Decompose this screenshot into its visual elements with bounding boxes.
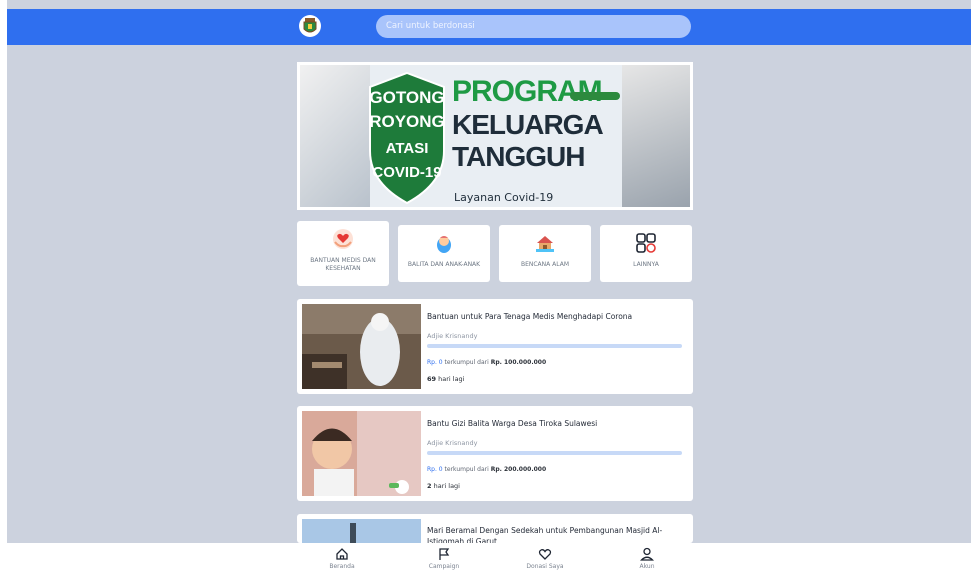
- category-medical[interactable]: BANTUAN MEDIS DAN KESEHATAN: [297, 221, 389, 286]
- raised-connector: terkumpul dari: [444, 359, 489, 366]
- days-suffix: hari lagi: [438, 375, 465, 383]
- campaign-organizer: Adjie Krisnandy: [427, 439, 478, 447]
- category-disaster[interactable]: BENCANA ALAM: [499, 225, 591, 282]
- category-label: LAINNYA: [633, 261, 659, 268]
- banner-photo-right: [622, 65, 690, 207]
- raised-amount: Rp. 0: [427, 359, 443, 366]
- campaign-progress-bar: [427, 451, 682, 455]
- banner-subtitle: Layanan Covid-19: [454, 191, 554, 204]
- category-toddlers[interactable]: BALITA DAN ANAK-ANAK: [398, 225, 490, 282]
- campaign-days-left: 69 hari lagi: [427, 375, 465, 383]
- flag-icon: [439, 548, 450, 560]
- campaign-card[interactable]: Bantuan untuk Para Tenaga Medis Menghada…: [297, 299, 693, 394]
- nav-label: Donasi Saya: [526, 563, 564, 570]
- banner-photo-left: [300, 65, 370, 207]
- campaign-raised: Rp. 0 terkumpul dari Rp. 100.000.000: [427, 359, 546, 366]
- badge-line-4: COVID-19: [372, 164, 441, 181]
- promo-banner[interactable]: GOTONG ROYONG ATASI COVID-19 PROGRAM KEL…: [297, 62, 693, 210]
- raised-connector: terkumpul dari: [444, 466, 489, 473]
- raised-amount: Rp. 0: [427, 466, 443, 473]
- campaign-image: [302, 411, 421, 496]
- campaign-card[interactable]: Bantu Gizi Balita Warga Desa Tiroka Sula…: [297, 406, 693, 501]
- nav-label: Akun: [639, 563, 655, 570]
- campaign-progress-bar: [427, 344, 682, 348]
- grid-icon: [636, 233, 656, 253]
- days-number: 2: [427, 482, 432, 490]
- campaign-title[interactable]: Bantuan untuk Para Tenaga Medis Menghada…: [427, 312, 632, 321]
- covid-shield-badge: GOTONG ROYONG ATASI COVID-19: [369, 71, 445, 205]
- banner-title-line-2: KELUARGA: [452, 109, 604, 140]
- category-label: BENCANA ALAM: [520, 261, 570, 268]
- nav-beranda[interactable]: Beranda: [312, 547, 372, 570]
- banner-title-line-3: TANGGUH: [452, 141, 585, 172]
- campaign-title[interactable]: Bantu Gizi Balita Warga Desa Tiroka Sula…: [427, 419, 597, 428]
- target-amount: Rp. 200.000.000: [490, 466, 547, 473]
- days-number: 69: [427, 375, 437, 383]
- banner-green-pill: [570, 92, 620, 100]
- campaign-title[interactable]: Mari Beramal Dengan Sedekah untuk Pemban…: [427, 525, 677, 543]
- campaign-card[interactable]: Mari Beramal Dengan Sedekah untuk Pemban…: [297, 514, 693, 543]
- campaign-organizer: Adjie Krisnandy: [427, 332, 478, 340]
- user-icon: [640, 547, 654, 561]
- category-label: BANTUAN MEDIS DAN KESEHATAN: [310, 257, 376, 272]
- badge-line-1: GOTONG: [369, 88, 444, 107]
- nav-label: Beranda: [329, 563, 355, 570]
- badge-line-3: ATASI: [386, 140, 429, 157]
- campaign-image: [302, 519, 421, 543]
- target-amount: Rp. 100.000.000: [490, 359, 547, 366]
- baby-icon: [437, 236, 451, 253]
- nav-campaign[interactable]: Campaign: [414, 547, 474, 570]
- nav-donasi-saya[interactable]: Donasi Saya: [515, 547, 575, 570]
- badge-line-2: ROYONG: [369, 112, 445, 131]
- campaign-image: [302, 304, 421, 389]
- left-gutter: [0, 0, 7, 573]
- emblem-logo-icon[interactable]: [299, 15, 321, 37]
- search-input[interactable]: Cari untuk berdonasi: [376, 15, 691, 38]
- home-icon: [336, 548, 348, 560]
- nav-label: Campaign: [428, 563, 460, 570]
- category-others[interactable]: LAINNYA: [600, 225, 692, 282]
- category-label: BALITA DAN ANAK-ANAK: [407, 261, 481, 268]
- heart-icon: [538, 549, 552, 560]
- house-disaster-icon: [536, 236, 554, 252]
- nav-akun[interactable]: Akun: [617, 547, 677, 570]
- campaign-days-left: 2 hari lagi: [427, 482, 460, 490]
- days-suffix: hari lagi: [433, 482, 460, 490]
- campaign-raised: Rp. 0 terkumpul dari Rp. 200.000.000: [427, 466, 546, 473]
- banner-title: KELUARGA TANGGUH: [452, 109, 604, 173]
- bottom-navigation: Beranda Campaign Donasi Saya Akun: [0, 543, 971, 573]
- heart-hand-icon: [333, 229, 353, 249]
